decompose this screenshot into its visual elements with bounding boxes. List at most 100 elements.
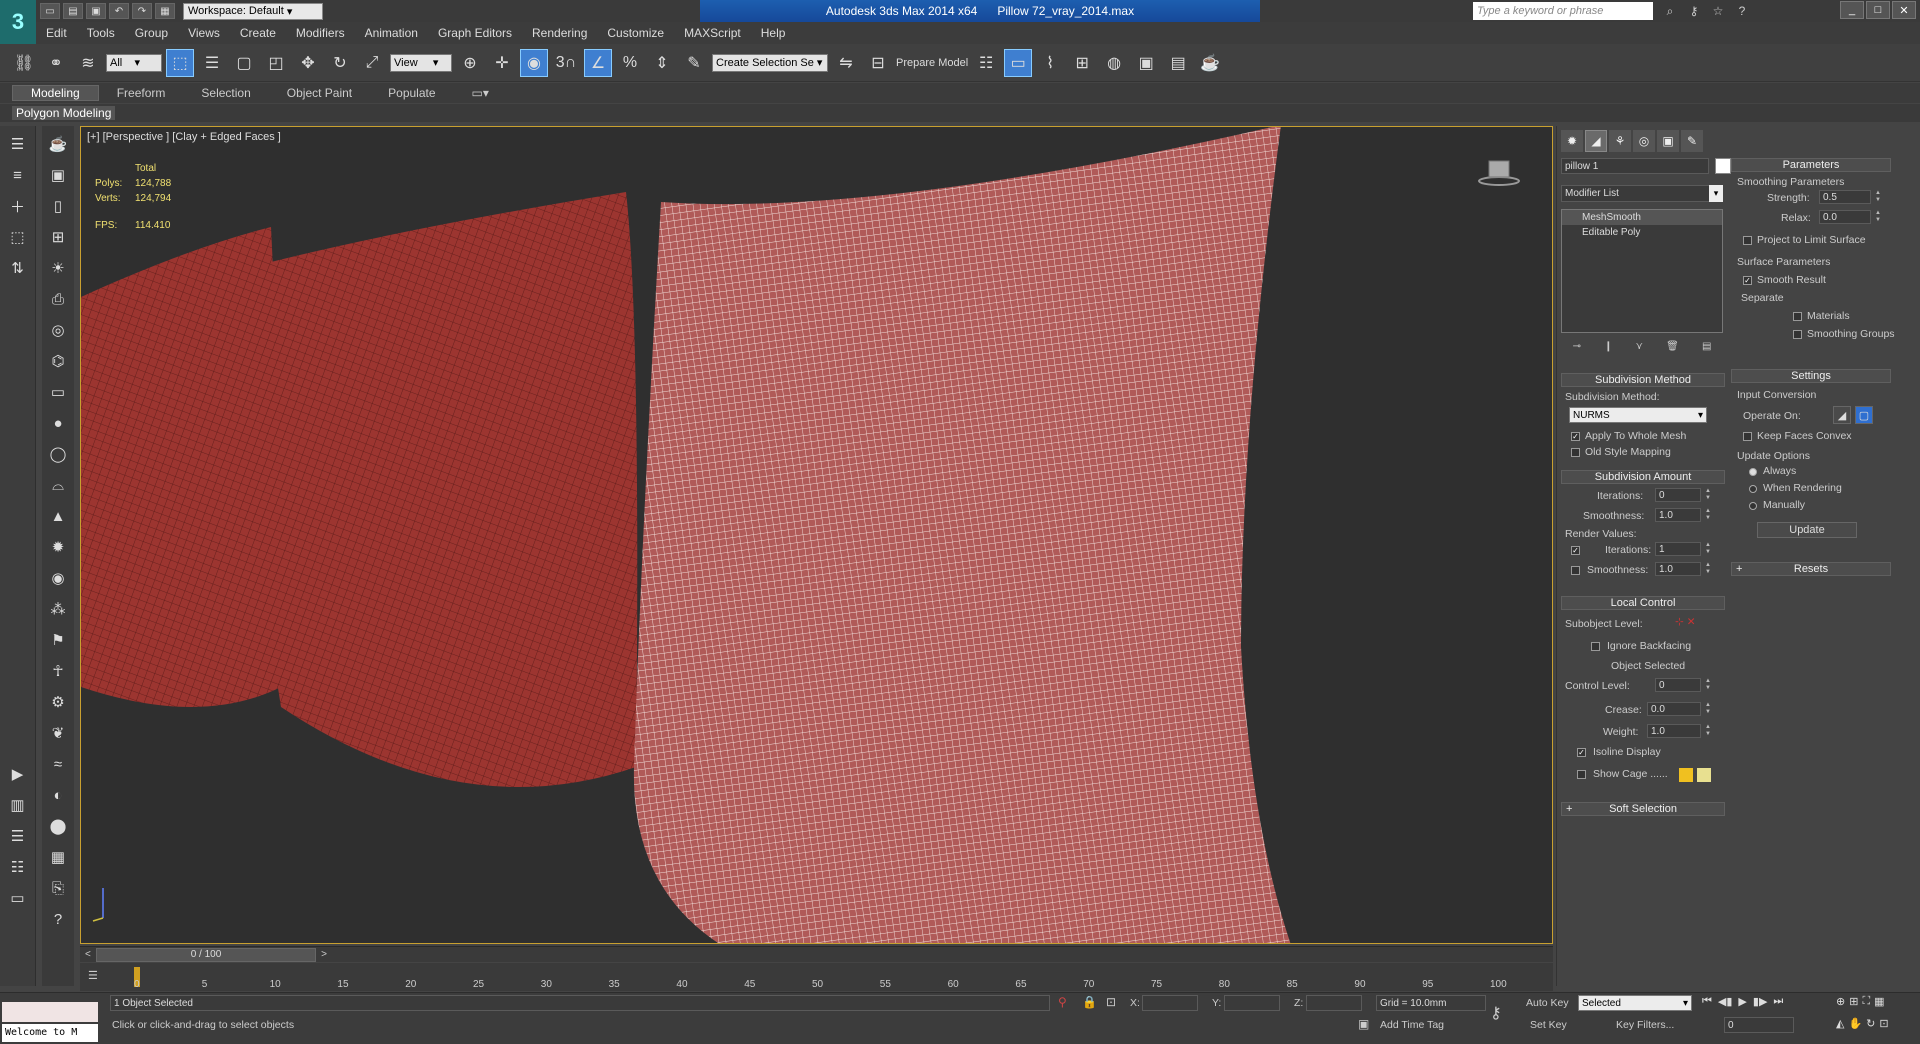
pillow-back[interactable] (263, 192, 638, 787)
operate-on-polygons-button[interactable]: ▢ (1855, 406, 1873, 424)
ignore-backfacing-checkbox[interactable] (1591, 642, 1600, 651)
redo-icon[interactable]: ↷ (132, 3, 152, 19)
curve-editor-icon[interactable]: ⌇ (1036, 49, 1064, 77)
tab-freeform[interactable]: Freeform (99, 86, 184, 100)
motion-tab-icon[interactable]: ◎ (1633, 130, 1655, 152)
menu-modifiers[interactable]: Modifiers (286, 26, 355, 40)
torus-icon[interactable]: ◉ (45, 565, 71, 591)
maxscript-mini-listener[interactable]: Welcome to M (2, 1024, 98, 1042)
snap-toggle-icon[interactable]: 3 ∩ (552, 49, 580, 77)
operate-on-triangles-button[interactable]: ◢ (1833, 406, 1851, 424)
separate-smoothing-groups-checkbox[interactable] (1793, 330, 1802, 339)
menu-graph-editors[interactable]: Graph Editors (428, 26, 522, 40)
smoothness-input[interactable]: 1.0 (1655, 508, 1701, 522)
display-tab-icon[interactable]: ▣ (1657, 130, 1679, 152)
layout-stack-icon[interactable]: ☷ (5, 854, 31, 880)
select-by-name-icon[interactable]: ☰ (198, 49, 226, 77)
particles-icon[interactable]: ⁂ (45, 596, 71, 622)
project-folder-icon[interactable]: ▦ (155, 3, 175, 19)
modify-tab-icon[interactable]: ◢ (1585, 130, 1607, 152)
box-icon[interactable]: ▣ (45, 162, 71, 188)
material-editor-icon[interactable]: ◍ (1100, 49, 1128, 77)
tab-object-paint[interactable]: Object Paint (269, 86, 370, 100)
track-bar[interactable]: ☰ 0 5 10 15 20 25 30 35 40 45 50 55 60 65 70 75 80 85 90 95… (80, 963, 1553, 991)
settings-rollout[interactable]: Settings (1731, 369, 1891, 383)
sort-icon[interactable]: ⇅ (5, 255, 31, 281)
schematic-view-icon[interactable]: ⊞ (1068, 49, 1096, 77)
render-smoothness-spinner[interactable]: ▲ ▼ (1705, 562, 1715, 576)
cage-selected-color-swatch[interactable] (1697, 768, 1711, 782)
key-filters-button[interactable]: Key Filters... (1616, 1019, 1674, 1031)
strength-input[interactable]: 0.5 (1819, 190, 1871, 204)
zoom-all-icon[interactable]: ⊞ (1849, 995, 1858, 1008)
geosphere-icon[interactable]: ◯ (45, 441, 71, 467)
control-level-input[interactable]: 0 (1655, 678, 1701, 692)
binoculars-icon[interactable]: ⌕ (1660, 2, 1680, 20)
play-icon[interactable]: ▶ (1738, 995, 1746, 1008)
modifier-list-dropdown[interactable]: Modifier List (1561, 185, 1723, 202)
workspace-dropdown[interactable]: Workspace: Default ▾ (183, 2, 323, 20)
menu-rendering[interactable]: Rendering (522, 26, 597, 40)
rendered-frame-icon[interactable]: ▤ (1164, 49, 1192, 77)
keep-faces-convex-checkbox[interactable] (1743, 432, 1752, 441)
old-style-mapping-checkbox[interactable] (1571, 448, 1580, 457)
reference-coordinate-dropdown[interactable]: View ▾ (390, 53, 452, 72)
keyboard-shortcut-icon[interactable]: ◉ (520, 48, 548, 77)
link-icon[interactable]: ⛓ (10, 49, 38, 77)
modifier-list-arrow-icon[interactable]: ▾ (1709, 185, 1723, 202)
ribbon-options-icon[interactable]: ▭▾ (454, 86, 507, 100)
rotate-icon[interactable]: ↻ (326, 49, 354, 77)
layer-manager-icon[interactable]: ☷ (972, 49, 1000, 77)
named-selection-dropdown[interactable]: Create Selection Se ▾ (712, 53, 828, 72)
bind-space-warp-icon[interactable]: ≋ (74, 49, 102, 77)
apply-whole-mesh-checkbox[interactable]: ✓ (1571, 432, 1580, 441)
layout-rows-icon[interactable]: ☰ (5, 823, 31, 849)
tab-populate[interactable]: Populate (370, 86, 453, 100)
cylinder-icon[interactable]: ⌓ (45, 472, 71, 498)
select-object-icon[interactable]: ⬚ (166, 48, 194, 77)
help-circle-icon[interactable]: ? (45, 906, 71, 932)
selection-filter-dropdown[interactable]: All ▾ (106, 53, 162, 72)
hair-icon[interactable]: ≈ (45, 751, 71, 777)
smooth-result-checkbox[interactable]: ✓ (1743, 276, 1752, 285)
local-control-rollout[interactable]: Local Control (1561, 596, 1725, 610)
sun-icon[interactable]: ✹ (45, 534, 71, 560)
manually-radio[interactable] (1749, 502, 1757, 510)
render-elements-icon[interactable]: ▦ (45, 844, 71, 870)
previous-frame-icon[interactable]: ◀▮ (1718, 995, 1733, 1008)
menu-views[interactable]: Views (178, 26, 230, 40)
prepare-model-label[interactable]: Prepare Model (896, 57, 968, 69)
tab-selection[interactable]: Selection (183, 86, 268, 100)
mirror-icon[interactable]: ⇋ (832, 49, 860, 77)
new-file-icon[interactable]: ▭ (40, 3, 60, 19)
make-unique-icon[interactable]: ⋎ (1636, 341, 1643, 355)
pillow-back-far[interactable] (81, 227, 281, 707)
current-frame-input[interactable]: 0 (1724, 1017, 1794, 1033)
weight-input[interactable]: 1.0 (1647, 724, 1701, 738)
tab-modeling[interactable]: Modeling (12, 85, 99, 101)
zoom-extents-icon[interactable]: ⛶ (1862, 995, 1870, 1008)
crease-input[interactable]: 0.0 (1647, 702, 1701, 716)
selection-lock-icon[interactable]: 🔒 (1082, 995, 1097, 1009)
strength-spinner[interactable]: ▲ ▼ (1875, 190, 1885, 204)
menu-animation[interactable]: Animation (355, 26, 428, 40)
select-icon[interactable]: ⬚ (5, 224, 31, 250)
separate-materials-checkbox[interactable] (1793, 312, 1802, 321)
iterations-input[interactable]: 0 (1655, 488, 1701, 502)
expand-arrow-icon[interactable]: ▶ (5, 761, 31, 787)
project-limit-checkbox[interactable] (1743, 236, 1752, 245)
render-setup-icon[interactable]: ▣ (1132, 49, 1160, 77)
relax-spinner[interactable]: ▲ ▼ (1875, 210, 1885, 224)
orbit-icon[interactable]: ↻ (1866, 1017, 1875, 1030)
z-coordinate-input[interactable] (1306, 995, 1362, 1011)
crease-spinner[interactable]: ▲ ▼ (1705, 702, 1715, 716)
plant-icon[interactable]: ❦ (45, 720, 71, 746)
smoothness-spinner[interactable]: ▲ ▼ (1705, 508, 1715, 522)
help-icon[interactable]: ? (1732, 2, 1752, 20)
subdivision-amount-rollout[interactable]: Subdivision Amount (1561, 470, 1725, 484)
spacewarp-icon[interactable]: ⌬ (45, 348, 71, 374)
key-mode-dropdown[interactable]: Selected ▾ (1578, 995, 1692, 1011)
cloth-icon[interactable]: ⚑ (45, 627, 71, 653)
camera-icon[interactable]: ⎙ (45, 286, 71, 312)
resets-rollout[interactable]: + Resets (1731, 562, 1891, 576)
